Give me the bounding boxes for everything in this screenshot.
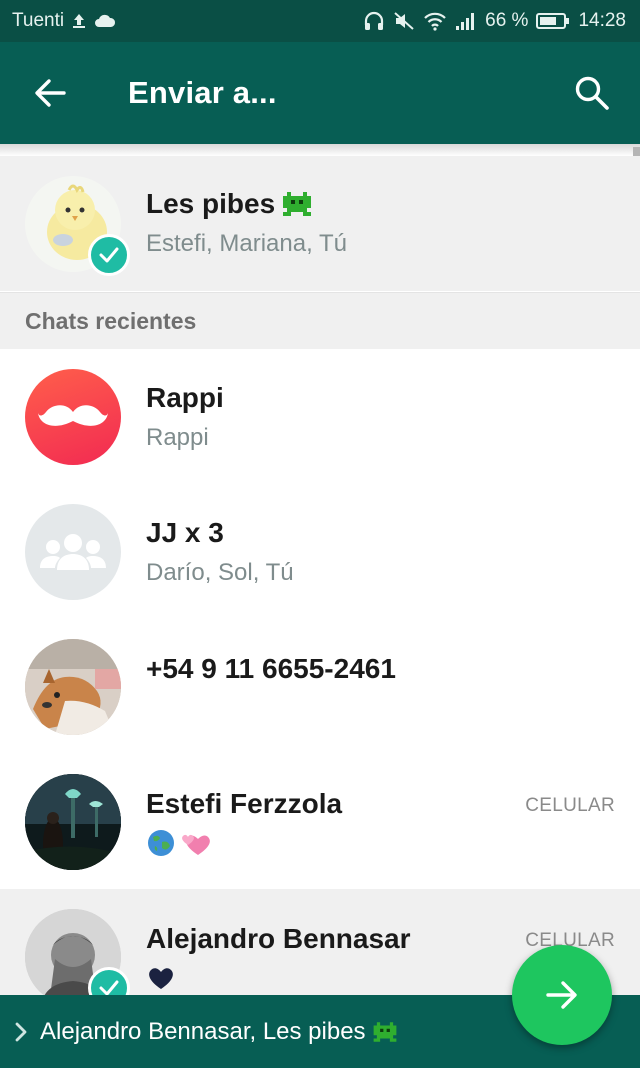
avatar xyxy=(25,175,130,276)
alien-monster-emoji xyxy=(283,192,312,216)
selected-check-icon xyxy=(88,233,130,276)
chat-row-estefi[interactable]: Estefi Ferzzola CELULAR xyxy=(0,754,640,889)
chat-name: +54 9 11 6655-2461 xyxy=(146,653,396,684)
group-placeholder-icon xyxy=(25,504,121,600)
black-heart-emoji xyxy=(149,968,173,989)
arrow-left-icon xyxy=(35,79,66,107)
avatar xyxy=(25,369,121,465)
night-photo-avatar xyxy=(25,774,121,870)
carrier-label: Tuenti xyxy=(12,10,65,31)
chat-subtitle-emojis xyxy=(146,828,620,858)
avatar xyxy=(25,504,121,600)
wifi-icon xyxy=(423,11,447,31)
battery-percent: 66 % xyxy=(485,10,529,31)
arrow-right-icon xyxy=(546,981,577,1009)
headphones-icon xyxy=(363,11,385,31)
status-bar: Tuenti 66 % 14:28 xyxy=(0,0,640,42)
search-button[interactable] xyxy=(544,42,640,144)
section-header: Chats recientes xyxy=(0,292,640,349)
alien-monster-emoji xyxy=(373,1021,396,1042)
page-title: Enviar a... xyxy=(128,75,277,110)
mustache-logo-icon xyxy=(25,369,121,465)
chevron-right-icon xyxy=(15,1022,27,1041)
screen: Tuenti 66 % 14:28 Enviar a... Les pibes … xyxy=(0,0,640,1068)
recipients-label: Alejandro Bennasar, Les pibes xyxy=(40,1017,366,1045)
chat-subtitle: Darío, Sol, Tú xyxy=(146,559,294,586)
battery-icon xyxy=(536,12,570,30)
avatar xyxy=(25,909,130,1009)
hearts-emoji xyxy=(182,834,210,855)
chat-row-rappi[interactable]: Rappi Rappi xyxy=(0,349,640,484)
mute-icon xyxy=(393,11,415,31)
app-bar: Enviar a... xyxy=(0,42,640,144)
dog-photo-avatar xyxy=(25,639,121,735)
selected-group-row[interactable]: Les pibes Estefi, Mariana, Tú xyxy=(0,156,640,291)
clock: 14:28 xyxy=(578,10,626,31)
send-button[interactable] xyxy=(512,945,612,1045)
section-title: Chats recientes xyxy=(25,308,197,334)
search-icon xyxy=(575,76,609,110)
back-button[interactable] xyxy=(0,42,100,144)
chat-subtitle: Rappi xyxy=(146,424,209,451)
signal-icon xyxy=(455,11,477,31)
globe-emoji xyxy=(148,830,174,856)
upload-icon xyxy=(72,13,86,29)
chat-row-jj[interactable]: JJ x 3 Darío, Sol, Tú xyxy=(0,484,640,619)
recipients-list: Alejandro Bennasar, Les pibes xyxy=(40,1018,398,1046)
chat-name: JJ x 3 xyxy=(146,517,224,548)
avatar xyxy=(25,774,121,870)
app-bar-shadow xyxy=(0,144,640,156)
cloud-icon xyxy=(94,14,116,28)
chat-tag: CELULAR xyxy=(525,795,615,816)
chat-name: Rappi xyxy=(146,382,224,413)
group-members: Estefi, Mariana, Tú xyxy=(146,230,347,257)
chat-row-phone[interactable]: +54 9 11 6655-2461 xyxy=(0,619,640,754)
avatar xyxy=(25,639,121,735)
group-name-label: Les pibes xyxy=(146,188,276,219)
group-name: Les pibes xyxy=(146,188,620,220)
